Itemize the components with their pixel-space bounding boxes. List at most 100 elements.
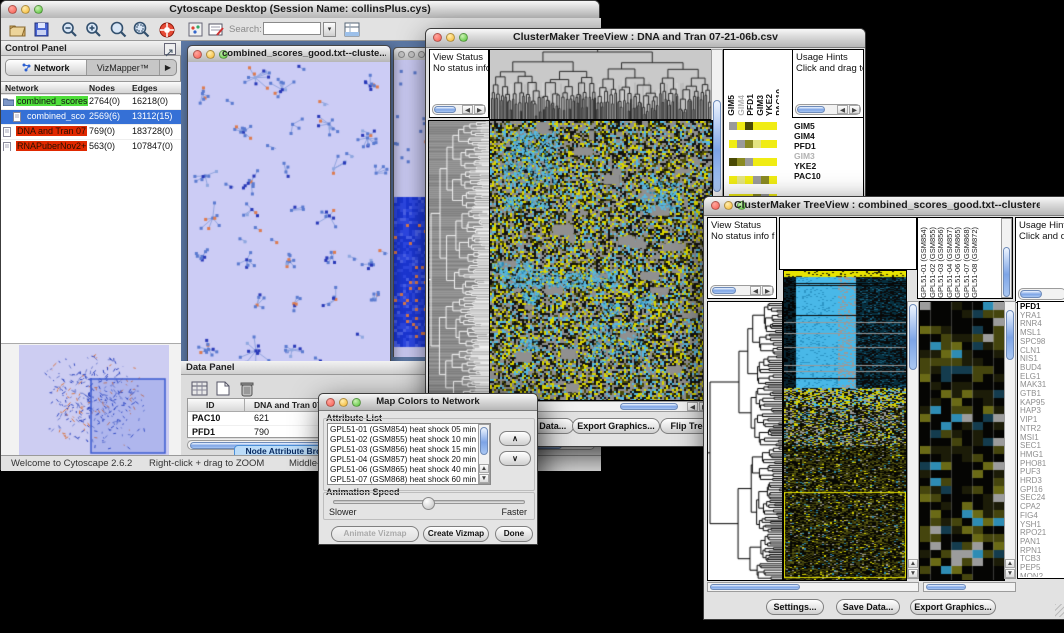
- birdseye-canvas[interactable]: [19, 345, 169, 455]
- minimize-button[interactable]: [206, 50, 215, 59]
- minimize-button[interactable]: [408, 51, 415, 58]
- heatmap-hscrollbar[interactable]: [707, 582, 919, 592]
- network-overview-panel: [1, 343, 181, 455]
- attribute-list[interactable]: GPL51-01 (GSM854) heat shock 05 minGPL51…: [327, 423, 491, 485]
- scroll-left-arrow[interactable]: ◀: [837, 105, 848, 114]
- resize-grip[interactable]: [1055, 604, 1064, 617]
- attribute-list-scrollbar[interactable]: ▲ ▼: [478, 424, 490, 484]
- heatmap-vscrollbar[interactable]: ▲ ▼: [907, 301, 919, 579]
- network-list-row[interactable]: combined_sco2569(6)13112(15): [1, 110, 181, 125]
- attribute-list-item[interactable]: GPL51-04 (GSM857) heat shock 20 min: [330, 455, 490, 465]
- treeview2-export-graphics-button[interactable]: Export Graphics...: [910, 599, 996, 615]
- delete-attribute-icon[interactable]: [237, 379, 257, 398]
- gene-label: GIM5: [794, 121, 834, 131]
- close-button[interactable]: [398, 51, 405, 58]
- scroll-right-arrow[interactable]: ▶: [474, 105, 485, 114]
- zoom-heatmap-canvas[interactable]: [919, 301, 1005, 581]
- network-list-row[interactable]: combined_scores2764(0)16218(0): [1, 95, 181, 110]
- attribute-list-item[interactable]: GPL51-02 (GSM855) heat shock 10 min: [330, 435, 490, 445]
- zoom-fit-icon[interactable]: [131, 20, 151, 39]
- float-panel-icon[interactable]: [164, 43, 176, 55]
- notes-icon[interactable]: [206, 20, 226, 39]
- move-down-button[interactable]: ∨: [499, 451, 531, 466]
- correlation-matrix[interactable]: [729, 122, 777, 170]
- dialog-done-button[interactable]: Done: [495, 526, 533, 542]
- faster-label: Faster: [501, 507, 527, 517]
- network-list-row[interactable]: DNA and Tran 07769(0)183728(0): [1, 125, 181, 140]
- minimize-button[interactable]: [724, 201, 733, 210]
- scroll-left-arrow[interactable]: ◀: [750, 286, 761, 295]
- move-up-button[interactable]: ∧: [499, 431, 531, 446]
- scroll-right-arrow[interactable]: ▶: [849, 105, 860, 114]
- dialog-create-vizmap-button[interactable]: Create Vizmap: [423, 526, 489, 542]
- matrix-cell: [753, 176, 761, 184]
- column-label: YKE2: [765, 94, 774, 116]
- zoom-selected-icon[interactable]: [108, 20, 128, 39]
- view-status-scrollbar[interactable]: ◀ ▶: [432, 104, 486, 115]
- attribute-browser-icon[interactable]: [342, 20, 362, 39]
- usage-hints-scrollbar[interactable]: [1018, 288, 1064, 300]
- close-button[interactable]: [193, 50, 202, 59]
- zoom-in-icon[interactable]: [83, 20, 103, 39]
- usage-hints-scrollbar[interactable]: ◀ ▶: [795, 104, 861, 115]
- labels-vscrollbar[interactable]: [1001, 218, 1012, 298]
- map-colors-dialog: Map Colors to Network Attribute List GPL…: [318, 393, 538, 545]
- folder-icon: [3, 97, 14, 106]
- heatmap-canvas[interactable]: [783, 270, 907, 581]
- new-attribute-icon[interactable]: [213, 379, 233, 398]
- help-icon[interactable]: [157, 20, 177, 39]
- column-label: GPL51-07 (GSM868): [963, 227, 971, 298]
- main-titlebar[interactable]: Cytoscape Desktop (Session Name: collins…: [1, 1, 599, 19]
- treeview1-export-graphics-button[interactable]: Export Graphics...: [572, 418, 660, 434]
- gene-label[interactable]: MON2: [1020, 573, 1064, 577]
- attribute-list-item[interactable]: GPL51-03 (GSM856) heat shock 15 min: [330, 445, 490, 455]
- animation-speed-slider[interactable]: [333, 500, 525, 504]
- zoom-hscrollbar[interactable]: [923, 582, 1016, 592]
- save-icon[interactable]: [31, 20, 51, 39]
- treeview2-save-data-button[interactable]: Save Data...: [836, 599, 900, 615]
- attribute-select-icon[interactable]: [189, 379, 209, 398]
- scroll-down-arrow[interactable]: ▼: [908, 569, 918, 578]
- column-label: PAC10: [775, 89, 780, 116]
- heatmap-canvas[interactable]: [489, 120, 713, 401]
- close-button[interactable]: [711, 201, 720, 210]
- scroll-up-arrow[interactable]: ▲: [479, 464, 489, 473]
- scroll-down-arrow[interactable]: ▼: [479, 474, 489, 483]
- matrix-cell: [729, 176, 737, 184]
- treeview2-titlebar[interactable]: ClusterMaker TreeView : combined_scores_…: [704, 197, 1064, 216]
- scroll-left-arrow[interactable]: ◀: [462, 105, 473, 114]
- search-input[interactable]: [263, 22, 321, 35]
- row-dendrogram-canvas[interactable]: [707, 301, 783, 581]
- network-tab-icon: [22, 63, 31, 72]
- attribute-list-item[interactable]: GPL51-07 (GSM868) heat shock 60 min: [330, 475, 490, 485]
- view-status-text: No status info f: [708, 231, 776, 242]
- column-dendrogram-area[interactable]: [779, 217, 917, 270]
- scroll-left-arrow[interactable]: ◀: [687, 402, 698, 411]
- treeview1-titlebar[interactable]: ClusterMaker TreeView : DNA and Tran 07-…: [426, 29, 865, 48]
- tab-overflow-arrow[interactable]: ▶: [159, 60, 176, 75]
- search-dropdown-button[interactable]: ▾: [323, 22, 336, 37]
- scroll-down-arrow[interactable]: ▼: [1005, 569, 1015, 578]
- column-dendrogram-canvas[interactable]: [489, 49, 713, 120]
- nodes-count: 2764(0): [89, 96, 120, 106]
- zoom-button[interactable]: [418, 51, 425, 58]
- open-icon[interactable]: [7, 20, 27, 39]
- tab-vizmapper[interactable]: VizMapper™: [87, 60, 159, 75]
- scroll-up-arrow[interactable]: ▲: [908, 559, 918, 568]
- slider-thumb[interactable]: [422, 497, 435, 510]
- view-status-scrollbar[interactable]: ◀ ▶: [710, 285, 774, 296]
- zoom-out-icon[interactable]: [59, 20, 79, 39]
- network-view-canvas[interactable]: [188, 62, 390, 361]
- zoom-vscrollbar[interactable]: ▲ ▼: [1004, 301, 1016, 579]
- annotation-icon[interactable]: [185, 20, 205, 39]
- tab-network[interactable]: Network: [6, 60, 87, 75]
- treeview2-settings-button[interactable]: Settings...: [766, 599, 824, 615]
- row-dendrogram-canvas[interactable]: [428, 120, 490, 401]
- attribute-list-item[interactable]: GPL51-01 (GSM854) heat shock 05 min: [330, 425, 490, 435]
- matrix-cell: [729, 122, 737, 130]
- gene-label: PFD1: [794, 141, 834, 151]
- attribute-list-item[interactable]: GPL51-06 (GSM865) heat shock 40 min: [330, 465, 490, 475]
- scroll-right-arrow[interactable]: ▶: [762, 286, 773, 295]
- scroll-up-arrow[interactable]: ▲: [1005, 559, 1015, 568]
- dialog-titlebar[interactable]: Map Colors to Network: [319, 394, 537, 411]
